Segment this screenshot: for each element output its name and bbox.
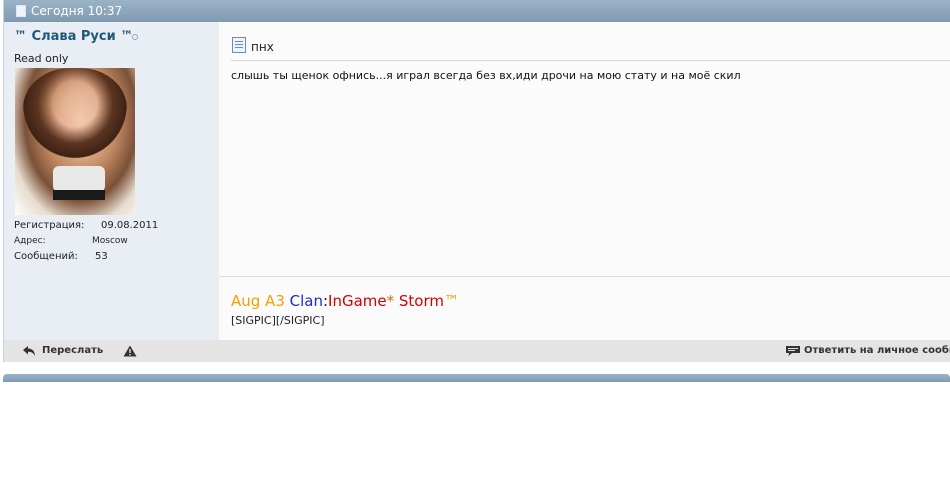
forward-arrow-icon[interactable] — [21, 345, 37, 357]
signature-code: [SIGPIC][/SIGPIC] — [231, 314, 325, 327]
user-info-panel: ™ Слава Руси ™ Read only Регистрация: 09… — [4, 22, 219, 340]
user-title: Read only — [14, 52, 69, 65]
signature-part: Aug A3 — [231, 292, 290, 310]
signature-part: Clan — [289, 292, 323, 310]
document-icon — [16, 5, 26, 17]
signature: Aug A3 Clan:InGame* Storm™ — [231, 292, 459, 310]
speech-bubble-icon[interactable] — [785, 345, 801, 357]
username-link[interactable]: ™ Слава Руси ™ — [14, 29, 133, 44]
signature-part: InGame — [328, 292, 387, 310]
post-header: Сегодня 10:37 — [4, 0, 950, 22]
signature-divider — [219, 276, 950, 277]
forum-post: Сегодня 10:37 ™ Слава Руси ™ Read only Р… — [3, 0, 950, 362]
post-title: пнх — [251, 40, 274, 54]
detail-label: Сообщений: — [14, 251, 78, 262]
post-date: Сегодня 10:37 — [31, 4, 123, 18]
document-icon — [232, 37, 246, 53]
detail-value: 09.08.2011 — [101, 220, 159, 231]
detail-label: Регистрация: — [14, 220, 85, 231]
avatar-top — [53, 166, 105, 192]
signature-part: Storm — [394, 292, 445, 310]
warning-icon[interactable] — [123, 345, 137, 357]
detail-value: 53 — [95, 251, 108, 262]
avatar[interactable] — [15, 68, 135, 215]
forward-button[interactable]: Переслать — [42, 345, 103, 356]
post-message: слышь ты щенок офнись...я играл всегда б… — [231, 69, 741, 82]
reply-private-button[interactable]: Ответить на личное сообщение — [804, 345, 950, 356]
detail-value: Moscow — [92, 236, 128, 246]
post-content: пнх слышь ты щенок офнись...я играл всег… — [219, 22, 950, 340]
online-status-icon — [132, 34, 138, 40]
avatar-band — [53, 190, 105, 200]
title-divider — [231, 60, 950, 61]
post-footer: Переслать Ответить на личное сообщение — [4, 340, 950, 362]
detail-label: Адрес: — [14, 236, 46, 246]
avatar-hair — [23, 68, 127, 158]
next-post-header — [3, 374, 950, 382]
signature-part: ™ — [444, 292, 460, 310]
